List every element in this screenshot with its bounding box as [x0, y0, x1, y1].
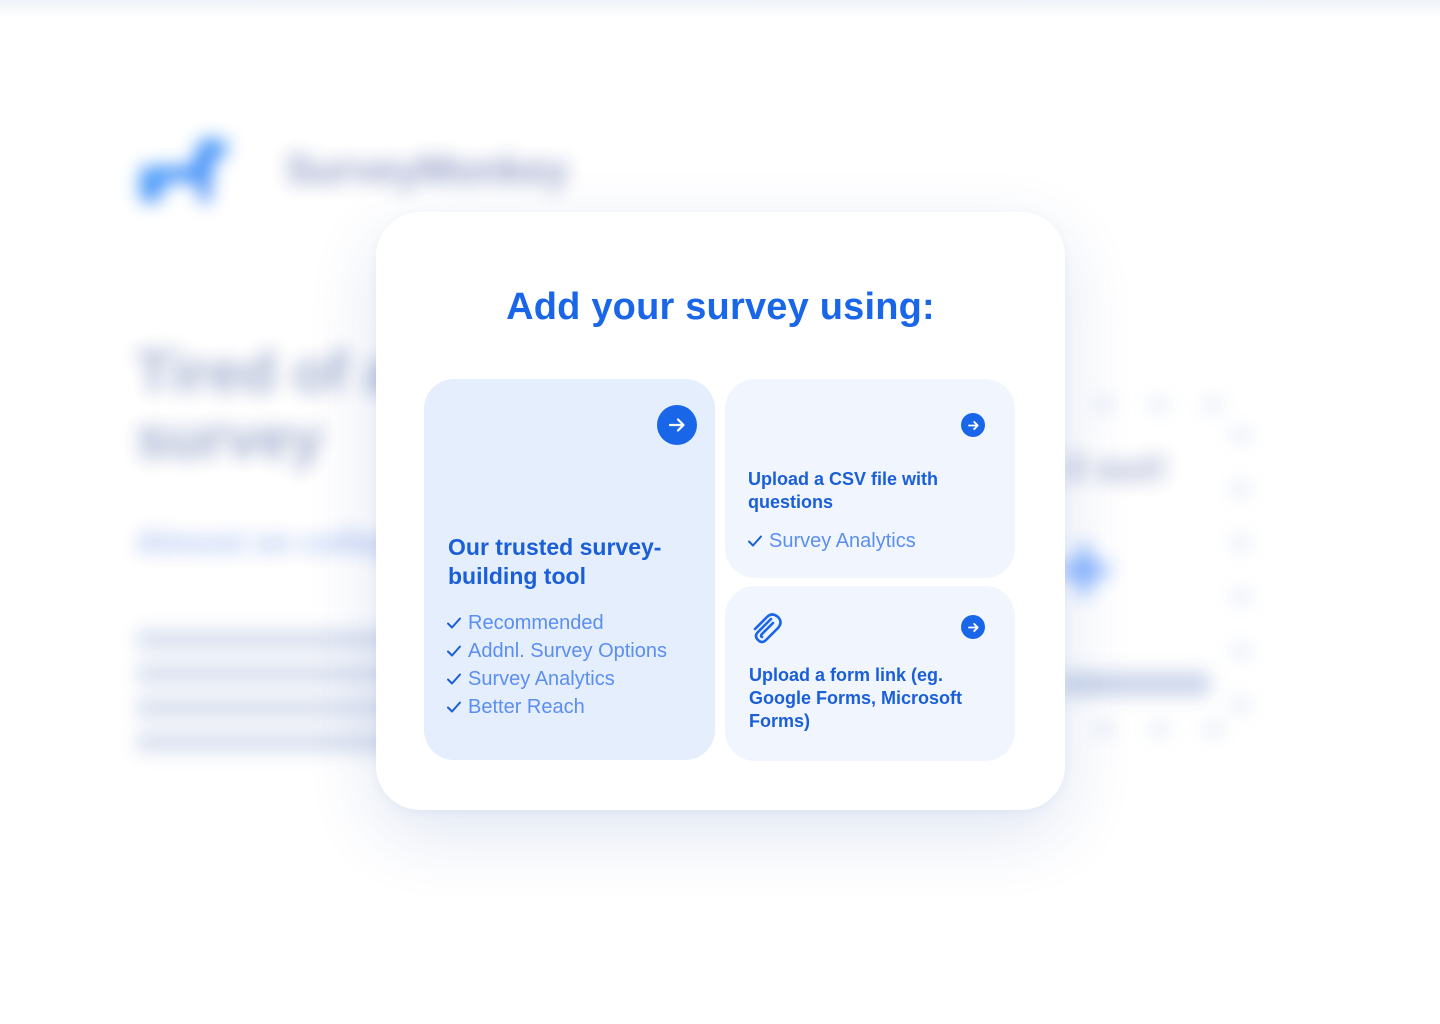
check-icon: [447, 701, 461, 713]
form-link-heading: Upload a form link (eg. Google Forms, Mi…: [749, 665, 963, 731]
survey-builder-option-card[interactable]: Our trusted survey-building tool Recomme…: [424, 379, 715, 760]
check-icon: [447, 673, 461, 685]
background-dot: [1232, 538, 1250, 548]
survey-builder-feature-list: Recommended Addnl. Survey Options Survey…: [446, 609, 667, 721]
survey-builder-heading: Our trusted survey-building tool: [448, 534, 662, 589]
background-dot: [1232, 430, 1250, 440]
background-right-title: il out!: [1064, 448, 1168, 490]
csv-upload-arrow-button[interactable]: [961, 413, 985, 437]
csv-upload-feature-list: Survey Analytics: [747, 527, 916, 555]
background-right-text: [1060, 672, 1210, 696]
background-dot: [1232, 592, 1250, 602]
arrow-right-icon: [668, 418, 685, 432]
feature-label: Addnl. Survey Options: [468, 639, 667, 662]
csv-upload-option-card[interactable]: Upload a CSV file with questions Survey …: [725, 379, 1015, 578]
form-link-arrow-button[interactable]: [961, 615, 985, 639]
paperclip-icon: [753, 613, 782, 644]
background-dot: [1232, 484, 1250, 494]
csv-upload-heading: Upload a CSV file with questions: [748, 469, 939, 512]
feature-label: Recommended: [468, 611, 604, 634]
add-survey-modal: Add your survey using: Our trusted surve…: [376, 212, 1065, 810]
arrow-right-icon: [967, 622, 979, 632]
survey-tool-logo-icon: [448, 423, 530, 507]
feature-item: Better Reach: [446, 693, 667, 721]
background-dot: [1232, 700, 1250, 710]
feature-label: Survey Analytics: [769, 529, 916, 552]
feature-label: Survey Analytics: [468, 667, 615, 690]
modal-title: Add your survey using:: [506, 286, 935, 328]
background-dot: [1204, 400, 1222, 410]
background-dot: [1204, 724, 1222, 734]
arrow-right-icon: [967, 420, 979, 430]
background-logo-icon: [140, 136, 228, 202]
form-link-option-card[interactable]: Upload a form link (eg. Google Forms, Mi…: [725, 586, 1015, 761]
background-brand-name: SurveyMonkey: [286, 148, 569, 192]
feature-item: Recommended: [446, 609, 667, 637]
background-dot: [1150, 400, 1168, 410]
check-icon: [447, 645, 461, 657]
background-dot: [1232, 646, 1250, 656]
feature-item: Survey Analytics: [446, 665, 667, 693]
feature-label: Better Reach: [468, 695, 585, 718]
feature-item: Survey Analytics: [747, 527, 916, 555]
background-dot: [1096, 400, 1114, 410]
survey-builder-arrow-button[interactable]: [657, 405, 697, 445]
check-icon: [748, 535, 762, 547]
background-dot: [1150, 724, 1168, 734]
feature-item: Addnl. Survey Options: [446, 637, 667, 665]
check-icon: [447, 617, 461, 629]
background-dot: [1096, 724, 1114, 734]
